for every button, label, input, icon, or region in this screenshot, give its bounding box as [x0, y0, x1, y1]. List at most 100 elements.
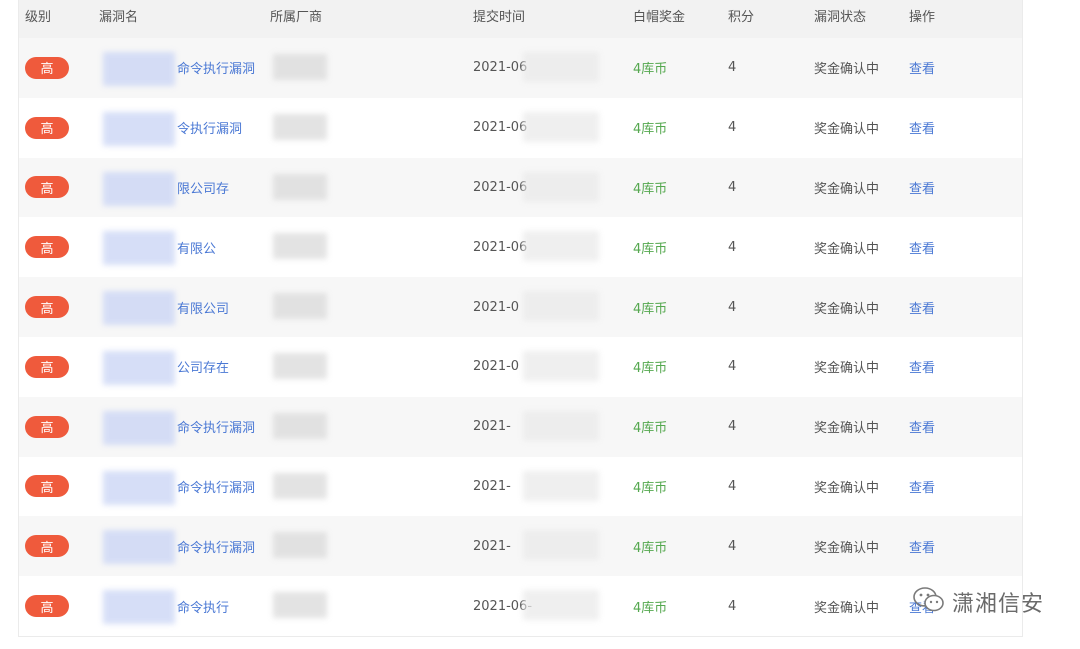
action-cell: 查看	[909, 516, 935, 576]
severity-badge: 高	[25, 355, 69, 378]
redacted-vendor-blur	[273, 592, 327, 619]
vuln-name-cell: 命令执行	[177, 576, 229, 636]
action-cell: 查看	[909, 397, 935, 457]
status-cell: 奖金确认中	[814, 457, 879, 517]
level-cell: 高	[25, 337, 69, 397]
redacted-time-blur	[523, 410, 599, 441]
status-text: 奖金确认中	[814, 480, 880, 496]
vuln-name-link[interactable]: 令执行漏洞	[177, 118, 242, 137]
reward-value: 4库币	[633, 480, 668, 496]
redacted-time-blur	[523, 590, 599, 621]
view-link[interactable]: 查看	[909, 238, 935, 257]
points-cell: 4	[728, 457, 736, 517]
submit-time-cell: 2021-06	[473, 217, 527, 277]
view-link[interactable]: 查看	[909, 417, 935, 436]
status-cell: 奖金确认中	[814, 98, 879, 158]
column-header-level: 级别	[25, 10, 52, 25]
status-text: 奖金确认中	[814, 301, 880, 317]
action-cell: 查看	[909, 217, 935, 277]
table-row: 高 命令执行漏洞 2021-06 4库币 4 奖金确认中 查看	[19, 38, 1022, 98]
severity-badge: 高	[25, 595, 69, 618]
vuln-name-link[interactable]: 命令执行漏洞	[177, 417, 255, 436]
points-cell: 4	[728, 277, 736, 337]
points-value: 4	[728, 239, 737, 255]
status-cell: 奖金确认中	[814, 277, 879, 337]
vuln-name-link[interactable]: 命令执行漏洞	[177, 58, 255, 77]
view-link[interactable]: 查看	[909, 477, 935, 496]
level-cell: 高	[25, 576, 69, 636]
redacted-vendor-blur	[273, 412, 327, 439]
status-text: 奖金确认中	[814, 540, 880, 556]
submit-time-cell: 2021-0	[473, 337, 519, 397]
status-cell: 奖金确认中	[814, 516, 879, 576]
redacted-vendor-blur	[273, 352, 327, 379]
view-link[interactable]: 查看	[909, 298, 935, 317]
level-cell: 高	[25, 98, 69, 158]
view-link[interactable]: 查看	[909, 58, 935, 77]
severity-badge: 高	[25, 56, 69, 79]
action-cell: 查看	[909, 337, 935, 397]
reward-value: 4库币	[633, 241, 668, 257]
watermark-text: 潇湘信安	[951, 592, 1044, 617]
level-cell: 高	[25, 217, 69, 277]
submit-time-cell: 2021-06	[473, 98, 527, 158]
vuln-name-cell: 命令执行漏洞	[177, 457, 255, 517]
vuln-name-cell: 命令执行漏洞	[177, 397, 255, 457]
reward-cell: 4库币	[633, 516, 667, 576]
redacted-name-blur	[103, 291, 175, 326]
redacted-name-blur	[103, 590, 175, 625]
severity-badge: 高	[25, 236, 69, 259]
submit-time-cell: 2021-	[473, 397, 511, 457]
table-row: 高 命令执行漏洞 2021- 4库币 4 奖金确认中 查看	[19, 516, 1022, 577]
reward-value: 4库币	[633, 122, 668, 138]
view-link[interactable]: 查看	[909, 178, 935, 197]
watermark: 潇湘信安	[912, 586, 1044, 618]
redacted-time-blur	[523, 171, 599, 202]
table-row: 高 命令执行漏洞 2021- 4库币 4 奖金确认中 查看	[19, 396, 1022, 457]
reward-cell: 4库币	[633, 397, 667, 457]
points-value: 4	[728, 60, 737, 76]
redacted-vendor-blur	[273, 54, 327, 80]
action-cell: 查看	[909, 457, 935, 517]
status-text: 奖金确认中	[814, 122, 880, 138]
vuln-name-link[interactable]: 限公司存	[177, 178, 229, 197]
severity-badge: 高	[25, 296, 69, 319]
vuln-name-link[interactable]: 有限公司	[177, 298, 229, 317]
points-value: 4	[728, 359, 737, 375]
status-cell: 奖金确认中	[814, 337, 879, 397]
status-cell: 奖金确认中	[814, 397, 879, 457]
submit-time: 2021-	[473, 419, 511, 435]
level-cell: 高	[25, 457, 69, 517]
view-link[interactable]: 查看	[909, 357, 935, 376]
vuln-name-link[interactable]: 命令执行漏洞	[177, 537, 255, 556]
view-link[interactable]: 查看	[909, 118, 935, 137]
view-link[interactable]: 查看	[909, 537, 935, 556]
vuln-name-link[interactable]: 命令执行	[177, 597, 229, 616]
vuln-name-cell: 令执行漏洞	[177, 98, 242, 158]
vuln-name-cell: 命令执行漏洞	[177, 38, 255, 98]
redacted-time-blur	[523, 291, 599, 322]
redacted-time-blur	[523, 111, 599, 142]
table-body: 高 命令执行漏洞 2021-06 4库币 4 奖金确认中 查看 高 令执行漏洞	[19, 38, 1022, 636]
level-cell: 高	[25, 277, 69, 337]
redacted-name-blur	[103, 410, 175, 445]
points-cell: 4	[728, 217, 736, 277]
reward-value: 4库币	[633, 540, 668, 556]
redacted-name-blur	[103, 52, 175, 86]
status-cell: 奖金确认中	[814, 158, 879, 218]
vuln-name-link[interactable]: 公司存在	[177, 357, 229, 376]
points-cell: 4	[728, 516, 736, 576]
points-value: 4	[728, 478, 737, 494]
points-value: 4	[728, 179, 737, 195]
column-header-status: 漏洞状态	[814, 10, 867, 25]
submit-time: 2021-06	[473, 120, 528, 136]
points-value: 4	[728, 120, 737, 136]
reward-cell: 4库币	[633, 38, 667, 98]
severity-badge: 高	[25, 116, 69, 139]
redacted-name-blur	[103, 171, 175, 206]
reward-cell: 4库币	[633, 337, 667, 397]
column-header-name: 漏洞名	[99, 10, 139, 25]
status-cell: 奖金确认中	[814, 217, 879, 277]
vuln-name-link[interactable]: 命令执行漏洞	[177, 477, 255, 496]
vuln-name-link[interactable]: 有限公	[177, 238, 216, 257]
